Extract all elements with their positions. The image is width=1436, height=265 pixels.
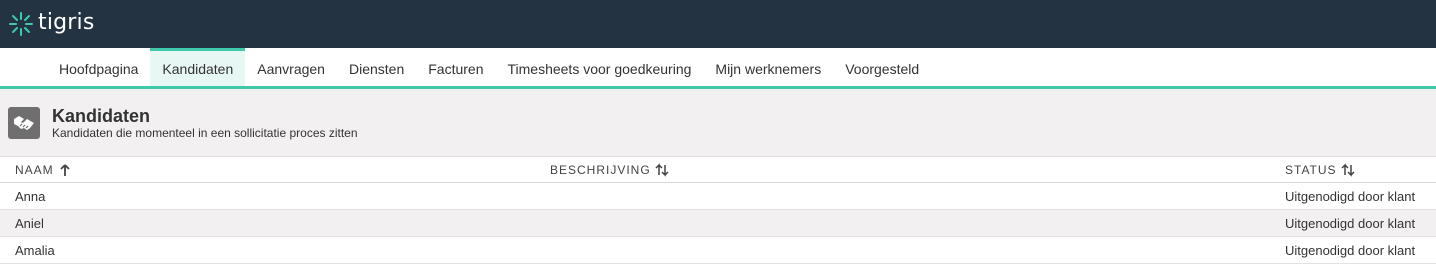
cell-description [550,236,1285,264]
page-title: Kandidaten [52,105,151,126]
nav-item-facturen[interactable]: Facturen [416,48,495,86]
column-label-naam: NAAM [15,162,54,177]
top-bar: tigris [0,0,1436,48]
cell-description [550,209,1285,237]
nav-item-diensten[interactable]: Diensten [337,48,416,86]
sort-ascending-icon [60,163,70,176]
sort-icon [655,162,669,177]
table-row[interactable]: Amalia Uitgenodigd door klant [0,236,1436,264]
column-header-naam[interactable]: NAAM [0,157,550,183]
nav-item-hoofdpagina[interactable]: Hoofdpagina [47,48,150,86]
table-row[interactable]: Anna Uitgenodigd door klant [0,182,1436,210]
cell-description [550,182,1285,210]
cell-name: Amalia [0,236,550,264]
cell-status: Uitgenodigd door klant [1285,209,1436,237]
table-row[interactable]: Aniel Uitgenodigd door klant [0,209,1436,237]
logo-text: tigris [38,10,95,35]
nav-item-mijn-werknemers[interactable]: Mijn werknemers [703,48,833,86]
nav-item-aanvragen[interactable]: Aanvragen [245,48,337,86]
tigris-logo-icon [9,12,33,36]
nav-item-timesheets[interactable]: Timesheets voor goedkeuring [495,48,703,86]
column-label-status: STATUS [1285,162,1337,177]
column-header-beschrijving[interactable]: BESCHRIJVING [550,157,1285,183]
handshake-icon [8,106,40,139]
page-subtitle: Kandidaten die momenteel in een sollicit… [52,125,358,140]
cell-name: Aniel [0,209,550,237]
nav-item-voorgesteld[interactable]: Voorgesteld [833,48,931,86]
nav-item-kandidaten[interactable]: Kandidaten [150,48,246,86]
column-header-status[interactable]: STATUS [1285,157,1436,183]
cell-status: Uitgenodigd door klant [1285,182,1436,210]
table-header-row: NAAM BESCHRIJVING STATUS [0,157,1436,183]
logo[interactable]: tigris [8,10,95,37]
cell-name: Anna [0,182,550,210]
candidates-table: NAAM BESCHRIJVING STATUS Anna Uitgenodig… [0,157,1436,264]
page-header: Kandidaten Kandidaten die momenteel in e… [0,89,1436,157]
column-label-beschrijving: BESCHRIJVING [550,162,651,177]
sort-icon [1341,162,1355,177]
cell-status: Uitgenodigd door klant [1285,236,1436,264]
handshake-icon-glyph [14,115,34,130]
main-nav: Hoofdpagina Kandidaten Aanvragen Dienste… [0,48,1436,89]
